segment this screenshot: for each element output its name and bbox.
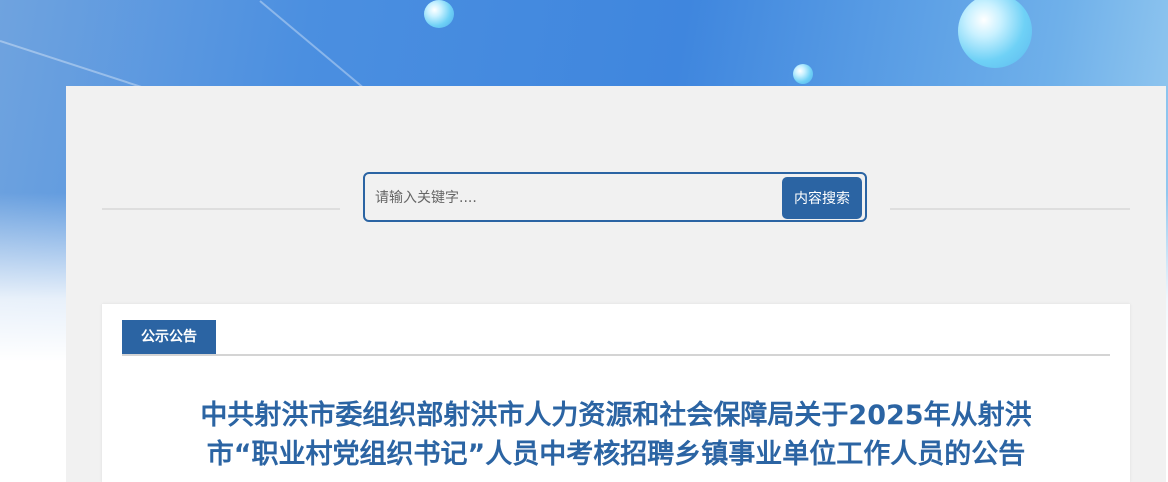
announcement-card: 公示公告 中共射洪市委组织部射洪市人力资源和社会保障局关于2025年从射洪 市“…: [102, 304, 1130, 482]
article-title-line-2: 市“职业村党组织书记”人员中考核招聘乡镇事业单位工作人员的公告: [206, 439, 1026, 470]
search-bar: 内容搜索: [363, 172, 867, 222]
search-divider-left: [102, 208, 340, 210]
banner-bubble: [793, 64, 813, 84]
article-title: 中共射洪市委组织部射洪市人力资源和社会保障局关于2025年从射洪 市“职业村党组…: [122, 396, 1110, 474]
search-button[interactable]: 内容搜索: [782, 177, 862, 219]
section-divider: [122, 354, 1110, 356]
section-tab-announcements[interactable]: 公示公告: [122, 320, 216, 354]
article-title-line-1: 中共射洪市委组织部射洪市人力资源和社会保障局关于2025年从射洪: [200, 400, 1032, 431]
banner-light-streak: [259, 0, 368, 92]
search-input[interactable]: [373, 178, 777, 218]
search-divider-right: [890, 208, 1130, 210]
banner-bubble: [424, 0, 454, 28]
banner-bubble: [958, 0, 1032, 68]
